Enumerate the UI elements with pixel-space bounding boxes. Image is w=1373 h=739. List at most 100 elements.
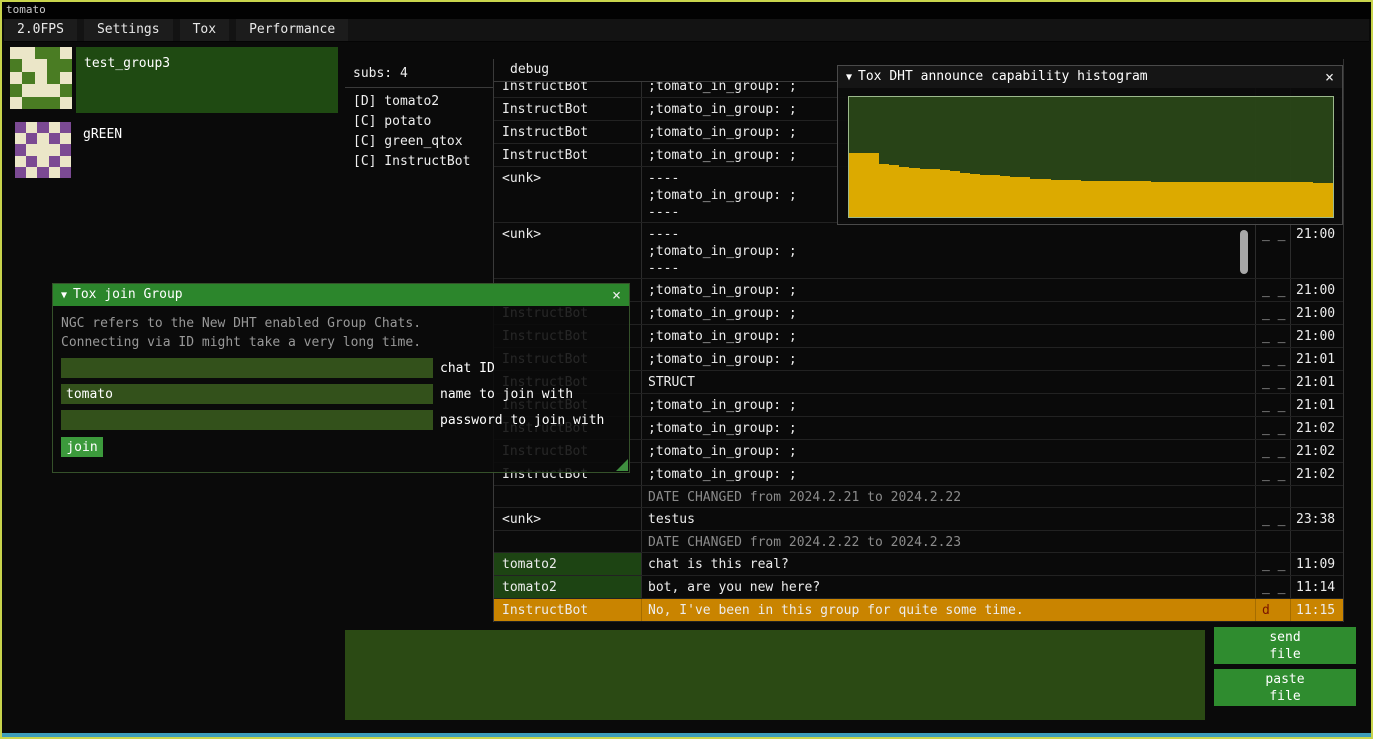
histogram-window-title: Tox DHT announce capability histogram — [858, 69, 1148, 84]
message-row[interactable]: InstructBotNo, I've been in this group f… — [494, 599, 1343, 622]
menu-item-settings[interactable]: Settings — [84, 19, 173, 41]
avatar-pixel — [10, 84, 22, 96]
message-time: 21:00 — [1291, 279, 1343, 301]
member-item[interactable]: [C] green_qtox — [345, 132, 493, 152]
members-list: [D] tomato2[C] potato[C] green_qtox[C] I… — [345, 88, 493, 172]
histogram-bar — [1091, 181, 1101, 217]
message-time — [1291, 486, 1343, 507]
histogram-window-titlebar[interactable]: ▼ Tox DHT announce capability histogram × — [838, 66, 1342, 88]
avatar-pixel — [15, 122, 26, 133]
histogram-bar — [1101, 181, 1111, 217]
close-icon[interactable]: × — [612, 284, 621, 306]
histogram-bar — [869, 153, 879, 217]
avatar-pixel — [49, 133, 60, 144]
join-window-title: Tox join Group — [73, 287, 183, 302]
histogram-bar — [1202, 182, 1212, 217]
message-flags: _ _ — [1256, 394, 1291, 416]
group-name: test_group3 — [76, 47, 338, 113]
date-separator-row[interactable]: DATE CHANGED from 2024.2.21 to 2024.2.22 — [494, 486, 1343, 508]
avatar-pixel — [10, 47, 22, 59]
menu-item-tox[interactable]: Tox — [180, 19, 229, 41]
histogram-bar — [1111, 181, 1121, 217]
group-item-gREEN[interactable]: gREEN — [10, 118, 338, 180]
histogram-bar — [1323, 183, 1333, 217]
histogram-bar — [1151, 182, 1161, 217]
histogram-bar — [1282, 182, 1292, 217]
message-row[interactable]: <unk>---- ;tomato_in_group: ; ----_ _21:… — [494, 223, 1343, 279]
message-flags: _ _ — [1256, 463, 1291, 485]
avatar-pixel — [37, 156, 48, 167]
avatar-pixel — [26, 133, 37, 144]
join-name-input[interactable] — [61, 384, 433, 404]
close-icon[interactable]: × — [1325, 66, 1334, 88]
resize-grip-icon[interactable] — [616, 459, 628, 471]
message-text: ;tomato_in_group: ; — [642, 417, 1256, 439]
message-input[interactable] — [345, 630, 1205, 720]
avatar-pixel — [10, 59, 22, 71]
message-flags: _ _ — [1256, 279, 1291, 301]
histogram-bar — [879, 164, 889, 217]
avatar-pixel — [10, 97, 22, 109]
collapse-icon[interactable]: ▼ — [846, 72, 852, 83]
message-row[interactable]: tomato2chat is this real?_ _11:09 — [494, 553, 1343, 576]
join-password-input[interactable] — [61, 410, 433, 430]
menubar: 2.0FPSSettingsToxPerformance — [4, 19, 1369, 42]
message-flags: _ _ — [1256, 553, 1291, 575]
message-text: ;tomato_in_group: ; — [642, 440, 1256, 462]
join-window-titlebar[interactable]: ▼ Tox join Group × — [53, 284, 629, 306]
histogram-bar — [950, 171, 960, 217]
avatar-pixel — [60, 144, 71, 155]
member-item[interactable]: [C] InstructBot — [345, 152, 493, 172]
send-file-button[interactable]: send file — [1214, 627, 1356, 664]
avatar-pixel — [35, 97, 47, 109]
avatar-pixel — [37, 122, 48, 133]
date-separator-row[interactable]: DATE CHANGED from 2024.2.22 to 2024.2.23 — [494, 531, 1343, 553]
message-text: ---- ;tomato_in_group: ; ---- — [642, 223, 1256, 278]
histogram-bar — [1222, 182, 1232, 217]
avatar-pixel — [49, 156, 60, 167]
paste-file-button[interactable]: paste file — [1214, 669, 1356, 706]
histogram-bar — [1141, 181, 1151, 217]
histogram-bar — [1000, 176, 1010, 217]
avatar-pixel — [49, 167, 60, 178]
join-password-label: password to join with — [440, 413, 604, 428]
avatar-pixel — [60, 133, 71, 144]
chat-id-input[interactable] — [61, 358, 433, 378]
message-flags: _ _ — [1256, 348, 1291, 370]
message-sender: InstructBot — [494, 98, 642, 120]
histogram-bar — [1051, 180, 1061, 217]
message-flags — [1256, 531, 1291, 552]
histogram-bar — [930, 169, 940, 217]
member-item[interactable]: [D] tomato2 — [345, 92, 493, 112]
avatar-pixel — [22, 97, 34, 109]
avatar-pixel — [26, 144, 37, 155]
message-sender — [494, 486, 642, 507]
message-flags — [1256, 486, 1291, 507]
message-sender: <unk> — [494, 167, 642, 222]
chat-scrollbar-thumb[interactable] — [1240, 230, 1248, 274]
join-button[interactable]: join — [61, 437, 103, 457]
avatar-pixel — [49, 144, 60, 155]
tab-debug[interactable]: debug — [494, 59, 565, 81]
avatar-pixel — [60, 47, 72, 59]
message-row[interactable]: tomato2bot, are you new here?_ _11:14 — [494, 576, 1343, 599]
join-field-row: name to join with — [61, 384, 621, 404]
message-sender: tomato2 — [494, 576, 642, 598]
avatar-pixel — [37, 144, 48, 155]
menu-item-performance[interactable]: Performance — [236, 19, 348, 41]
message-sender: InstructBot — [494, 121, 642, 143]
message-row[interactable]: <unk>testus_ _23:38 — [494, 508, 1343, 531]
avatar-pixel — [26, 156, 37, 167]
message-text: testus — [642, 508, 1256, 530]
group-item-test_group3[interactable]: test_group3 — [10, 47, 338, 113]
collapse-icon[interactable]: ▼ — [61, 290, 67, 301]
message-flags: _ _ — [1256, 223, 1291, 278]
avatar-pixel — [60, 72, 72, 84]
message-time: 21:02 — [1291, 417, 1343, 439]
message-text: DATE CHANGED from 2024.2.22 to 2024.2.23 — [642, 531, 1256, 552]
message-text: ;tomato_in_group: ; — [642, 325, 1256, 347]
message-flags: _ _ — [1256, 302, 1291, 324]
avatar-pixel — [35, 84, 47, 96]
member-item[interactable]: [C] potato — [345, 112, 493, 132]
message-time: 21:00 — [1291, 302, 1343, 324]
